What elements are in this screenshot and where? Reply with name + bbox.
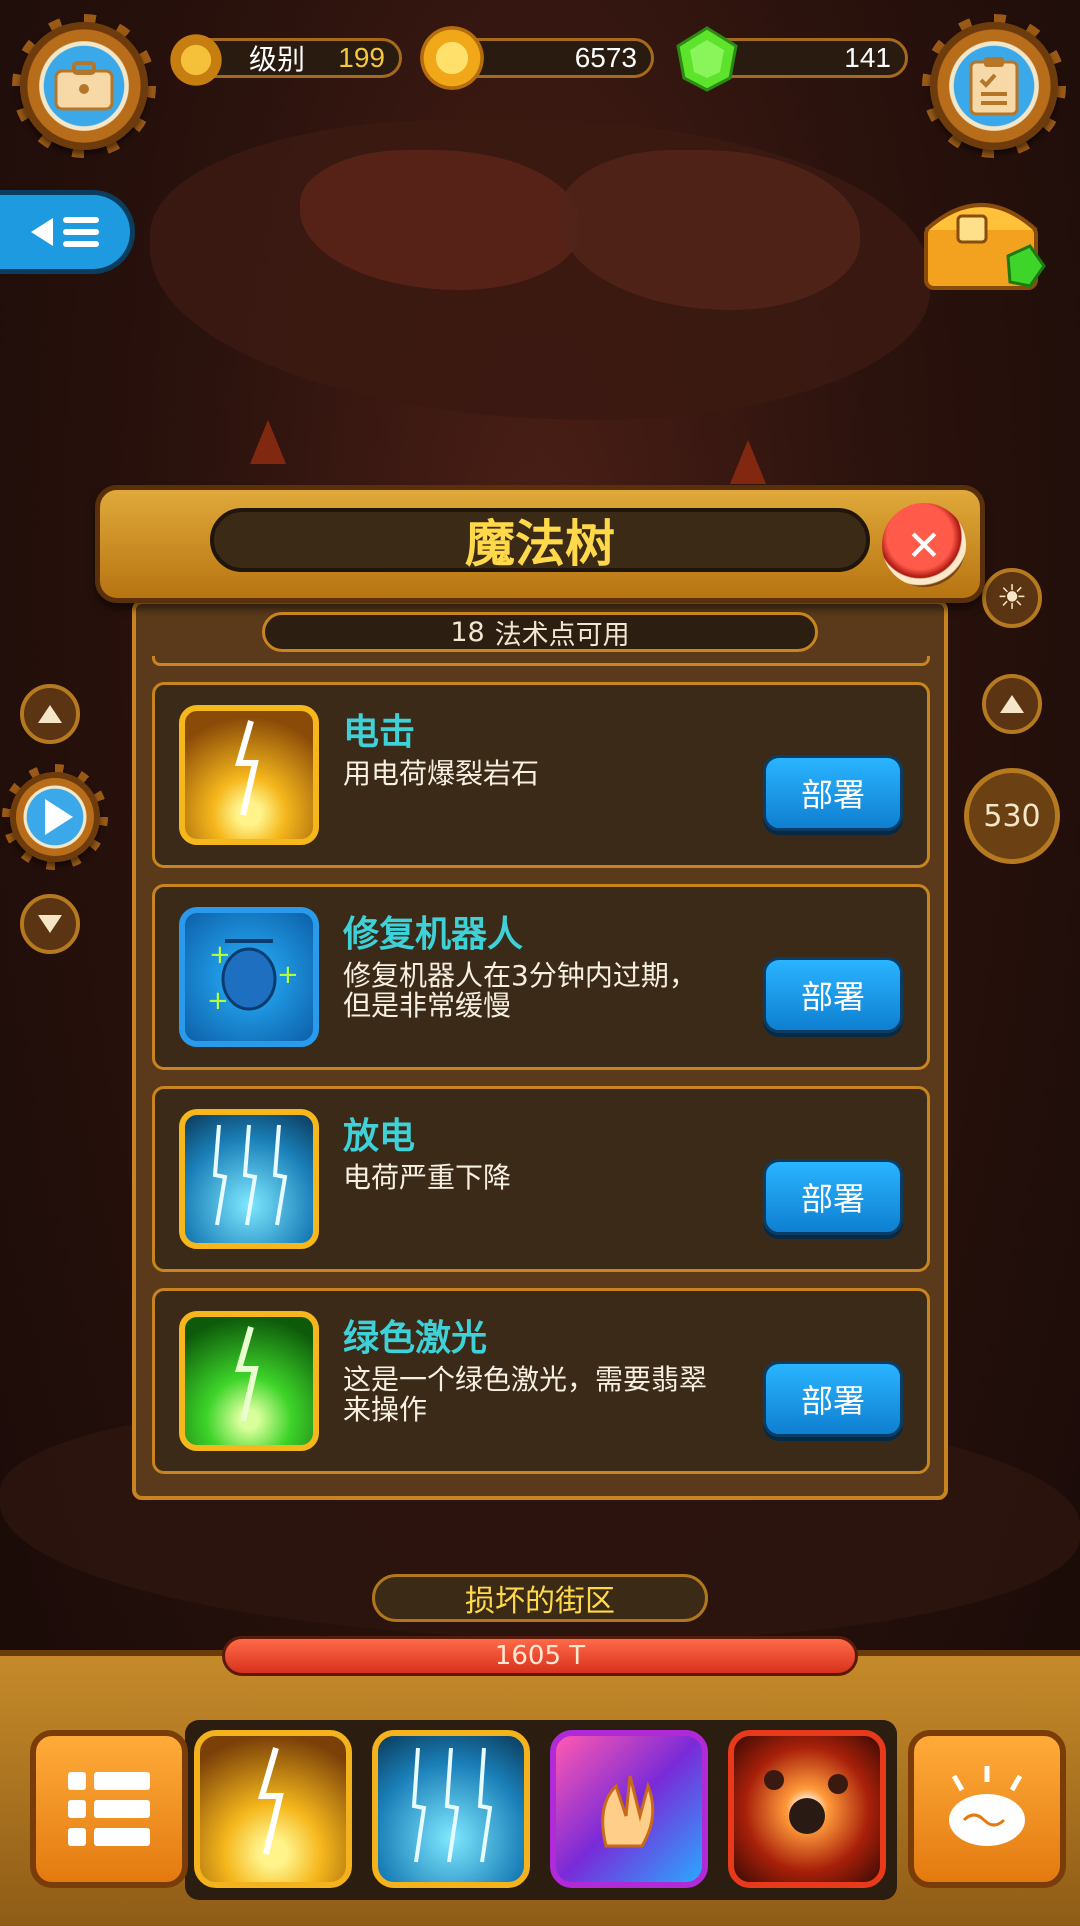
gem-value: 141 (844, 42, 891, 73)
arrow-left-icon (31, 218, 53, 246)
play-icon (45, 799, 73, 835)
gear-icon (166, 30, 226, 90)
list-divider (152, 656, 930, 666)
lightning-icon (179, 705, 319, 845)
spell-points-label: 法术点可用 (494, 619, 630, 651)
deploy-button[interactable]: 部署 (763, 957, 903, 1033)
spell-name: 放电 (343, 1116, 416, 1157)
spell-card-shock: 电击 用电荷爆裂岩石 部署 (152, 682, 930, 868)
spell-card-repair-bot: + + + 修复机器人 修复机器人在3分钟内过期，但是非常缓慢 部署 (152, 884, 930, 1070)
arrow-down-icon (38, 915, 62, 933)
hand-icon (601, 1775, 655, 1848)
spell-desc: 电荷严重下降 (343, 1161, 512, 1194)
inventory-button[interactable] (12, 14, 156, 158)
panel-title: 魔法树 (210, 508, 870, 573)
spell-card-green-laser: 绿色激光 这是一个绿色激光，需要翡翠来操作 部署 (152, 1288, 930, 1474)
spell-desc: 用电荷爆裂岩石 (343, 757, 540, 790)
gem-icon (674, 26, 740, 92)
deploy-button[interactable]: 部署 (763, 755, 903, 831)
close-icon: ✕ (906, 520, 942, 570)
district-name: 损坏的街区 (372, 1574, 708, 1622)
side-menu-tab[interactable] (0, 190, 135, 274)
list-icon (63, 217, 99, 247)
crystal-decoration (250, 420, 286, 464)
repair-robot-icon: + + + (179, 907, 319, 1047)
spell-desc: 这是一个绿色激光，需要翡翠来操作 (343, 1363, 708, 1426)
arrow-up-icon (38, 705, 62, 723)
level-label: 级别 (249, 44, 306, 75)
briefcase-icon (54, 61, 114, 111)
close-button[interactable]: ✕ (882, 503, 966, 587)
slot-discharge[interactable] (372, 1730, 530, 1888)
discharge-icon (411, 1747, 493, 1863)
spell-name: 电击 (343, 712, 416, 753)
treasure-chest-icon[interactable] (918, 186, 1048, 296)
discharge-icon (179, 1109, 319, 1249)
play-button[interactable] (2, 764, 108, 870)
level-value: 199 (338, 42, 385, 73)
deploy-button[interactable]: 部署 (763, 1159, 903, 1235)
spell-name: 修复机器人 (343, 914, 524, 955)
slot-shock[interactable] (194, 1730, 352, 1888)
spell-desc: 修复机器人在3分钟内过期，但是非常缓慢 (343, 959, 697, 1022)
coin-icon (420, 26, 484, 90)
block-health-bar: 1605 T (222, 1636, 858, 1676)
slot-elixir[interactable] (550, 1730, 708, 1888)
svg-text:+: + (209, 940, 231, 970)
svg-text:+: + (277, 960, 299, 990)
green-laser-icon (179, 1311, 319, 1451)
scroll-down-button-left[interactable] (20, 894, 80, 954)
slot-bomb[interactable] (728, 1730, 886, 1888)
scroll-up-button-left[interactable] (20, 684, 80, 744)
spell-card-discharge: 放电 电荷严重下降 部署 (152, 1086, 930, 1272)
scroll-up-button-right[interactable] (982, 674, 1042, 734)
spell-name: 绿色激光 (343, 1318, 488, 1359)
menu-button[interactable] (30, 1730, 188, 1888)
list-menu-icon (68, 1772, 150, 1846)
brightness-button[interactable]: ☀ (982, 568, 1042, 628)
spell-points-value: 18 (450, 616, 485, 648)
brain-button[interactable] (908, 1730, 1066, 1888)
lightning-icon (258, 1747, 284, 1855)
arrow-up-icon (1000, 695, 1024, 713)
deploy-button[interactable]: 部署 (763, 1361, 903, 1437)
svg-text:+: + (207, 986, 229, 1016)
depth-value: 530 (983, 798, 1041, 834)
clipboard-icon (969, 57, 1019, 116)
spell-points-bar: 18 法术点可用 (262, 612, 818, 652)
depth-counter: 530 (964, 768, 1060, 864)
bomb-icon (764, 1770, 848, 1834)
quests-button[interactable] (922, 14, 1066, 158)
coin-value: 6573 (574, 42, 637, 73)
sun-icon: ☀ (996, 578, 1028, 618)
crystal-decoration (730, 440, 766, 484)
brain-icon (949, 1766, 1025, 1846)
